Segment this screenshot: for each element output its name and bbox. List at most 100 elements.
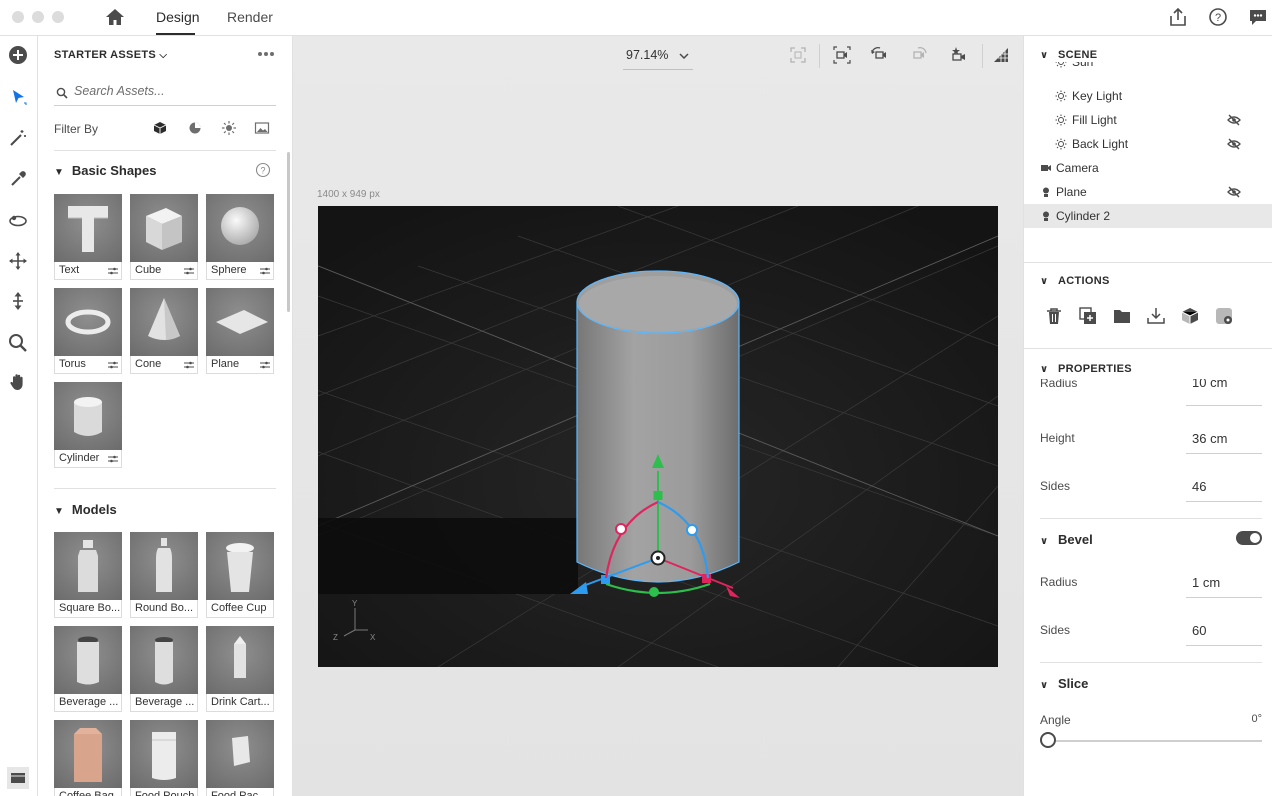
slice-title: Slice (1058, 676, 1089, 691)
angle-slider-track[interactable] (1056, 740, 1262, 742)
asset-options-icon[interactable] (108, 267, 118, 275)
asset-options-icon[interactable] (260, 361, 270, 369)
tab-design[interactable]: Design (156, 9, 200, 25)
bevel-radius-input[interactable]: 1 cm (1192, 575, 1220, 590)
asset-tile-text[interactable]: Text (54, 194, 122, 280)
asset-tile-drink-carton[interactable]: Drink Cart... (206, 626, 274, 712)
scene-item-fill-light[interactable]: Fill Light (1024, 108, 1272, 132)
scene-item-key-light[interactable]: Key Light (1024, 84, 1272, 108)
move-tool-icon[interactable] (7, 250, 29, 272)
trash-icon[interactable] (1044, 306, 1064, 326)
asset-tile-beverage-can-2[interactable]: Beverage ... (130, 626, 198, 712)
asset-tile-food-pouch[interactable]: Food Pouch (130, 720, 198, 796)
asset-tile-beverage-can[interactable]: Beverage ... (54, 626, 122, 712)
search-input[interactable]: Search Assets... (74, 84, 165, 98)
asset-tile-sphere[interactable]: Sphere (206, 194, 274, 280)
help-icon[interactable]: ? (255, 162, 271, 178)
magic-wand-icon[interactable] (7, 127, 29, 149)
share-icon[interactable] (1167, 6, 1189, 28)
radius-input[interactable]: 10 cm (1192, 379, 1227, 390)
asset-thumbnail (206, 194, 274, 262)
filter-by-label: Filter By (54, 122, 99, 136)
tab-render[interactable]: Render (227, 9, 273, 25)
3d-viewport[interactable]: Y Z X (318, 206, 998, 667)
angle-value: 0° (1251, 713, 1262, 725)
asset-tile-cone[interactable]: Cone (130, 288, 198, 374)
starter-assets-dropdown[interactable]: STARTER ASSETS ⌵ (54, 49, 167, 61)
window-minimize-button[interactable] (32, 11, 44, 23)
asset-tile-cylinder[interactable]: Cylinder (54, 382, 122, 468)
search-assets-field[interactable]: Search Assets... (54, 80, 276, 106)
frame-icon[interactable] (789, 46, 807, 64)
window-close-button[interactable] (12, 11, 24, 23)
redo-camera-icon[interactable] (910, 46, 928, 64)
slice-header[interactable]: ∨ Slice (1040, 676, 1088, 691)
asset-tile-food-pack[interactable]: Food Pac... (206, 720, 274, 796)
basic-shapes-header[interactable]: ▼ Basic Shapes (54, 163, 156, 178)
asset-options-icon[interactable] (108, 361, 118, 369)
ground-plane-icon[interactable] (992, 46, 1010, 64)
filter-models-icon[interactable] (152, 120, 168, 136)
asset-thumbnail (54, 194, 122, 262)
bevel-toggle[interactable] (1236, 531, 1262, 545)
sun-icon (1055, 62, 1067, 68)
assets-scrollbar[interactable] (287, 152, 290, 312)
asset-tile-coffee-bag[interactable]: Coffee Bag (54, 720, 122, 796)
scene-item-sun[interactable]: Sun (1024, 62, 1272, 74)
visibility-off-icon[interactable] (1227, 186, 1241, 198)
cube-icon[interactable] (1180, 306, 1200, 326)
eyedropper-icon[interactable] (7, 168, 29, 190)
zoom-tool-icon[interactable] (7, 332, 29, 354)
scene-item-plane[interactable]: Plane (1024, 180, 1272, 204)
orbit-tool-icon[interactable] (7, 210, 29, 232)
asset-options-icon[interactable] (260, 267, 270, 275)
models-header[interactable]: ▼ Models (54, 502, 117, 517)
scene-item-camera[interactable]: Camera (1024, 156, 1272, 180)
chevron-down-icon[interactable] (679, 53, 689, 59)
filter-images-icon[interactable] (254, 120, 270, 136)
visibility-off-icon[interactable] (1227, 114, 1241, 126)
bookmark-camera-icon[interactable] (950, 46, 968, 64)
asset-tile-coffee-cup[interactable]: Coffee Cup (206, 532, 274, 618)
asset-tile-cube[interactable]: Cube (130, 194, 198, 280)
more-options-icon[interactable] (257, 51, 275, 57)
hand-tool-icon[interactable] (7, 371, 29, 393)
window-maximize-button[interactable] (52, 11, 64, 23)
asset-options-icon[interactable] (184, 267, 194, 275)
scene-item-cylinder-2[interactable]: Cylinder 2 (1024, 204, 1272, 228)
sides-input[interactable]: 46 (1192, 479, 1206, 494)
select-tool-icon[interactable] (7, 86, 29, 108)
zoom-level[interactable]: 97.14% (626, 48, 668, 62)
filter-lights-icon[interactable] (221, 120, 237, 136)
asset-tile-plane[interactable]: Plane (206, 288, 274, 374)
home-icon[interactable] (105, 7, 125, 27)
feedback-icon[interactable] (1247, 6, 1269, 28)
material-icon[interactable] (1214, 306, 1234, 326)
properties-header[interactable]: ∨ PROPERTIES (1040, 363, 1132, 375)
visibility-off-icon[interactable] (1227, 138, 1241, 150)
asset-tile-torus[interactable]: Torus (54, 288, 122, 374)
help-icon[interactable]: ? (1207, 6, 1229, 28)
scene-item-back-light[interactable]: Back Light (1024, 132, 1272, 156)
undo-camera-icon[interactable] (870, 46, 888, 64)
actions-header[interactable]: ∨ ACTIONS (1040, 275, 1110, 287)
download-icon[interactable] (1146, 306, 1166, 326)
bevel-header[interactable]: ∨ Bevel (1040, 532, 1093, 547)
scene-header[interactable]: ∨ SCENE (1040, 49, 1097, 61)
asset-tile-round-bottle[interactable]: Round Bo... (130, 532, 198, 618)
panel-toggle-icon[interactable] (6, 766, 30, 790)
filter-materials-icon[interactable] (187, 120, 203, 136)
bevel-sides-input[interactable]: 60 (1192, 623, 1206, 638)
asset-options-icon[interactable] (108, 455, 118, 463)
height-input[interactable]: 36 cm (1192, 431, 1227, 446)
duplicate-icon[interactable] (1078, 306, 1098, 326)
asset-label: Beverage ... (54, 694, 122, 712)
fit-camera-icon[interactable] (833, 46, 851, 64)
folder-icon[interactable] (1112, 306, 1132, 326)
add-icon[interactable] (7, 44, 29, 66)
asset-label: Coffee Cup (206, 600, 274, 618)
asset-options-icon[interactable] (184, 361, 194, 369)
angle-slider-handle[interactable] (1040, 732, 1056, 748)
asset-tile-square-bottle[interactable]: Square Bo... (54, 532, 122, 618)
vertical-move-icon[interactable] (7, 290, 29, 312)
